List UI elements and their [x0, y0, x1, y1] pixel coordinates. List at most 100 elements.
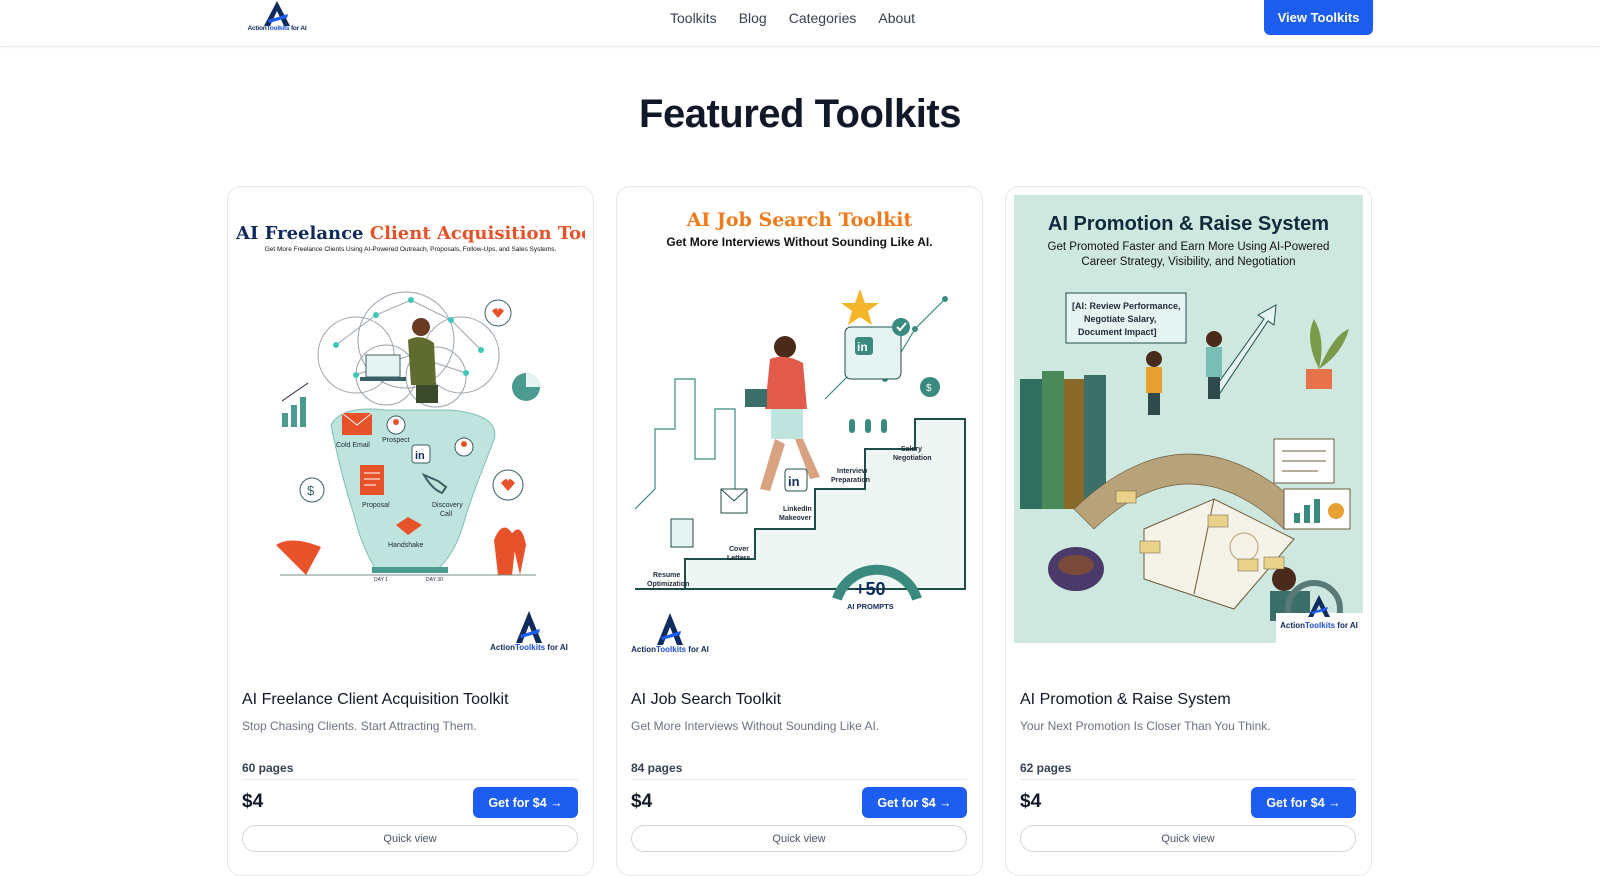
view-toolkits-button[interactable]: View Toolkits: [1264, 0, 1373, 35]
card-divider: [1020, 779, 1356, 780]
cover-illustration: in $ in ResumeOptimization CoverLetters …: [634, 289, 966, 611]
svg-text:Discovery: Discovery: [432, 502, 463, 509]
star-icon: [841, 289, 879, 325]
person-figure: [1146, 351, 1162, 415]
logo-wordmark: ActionToolkits for AI: [247, 25, 307, 32]
nav-link-toolkits[interactable]: Toolkits: [670, 10, 717, 26]
book-stack: [1020, 371, 1106, 509]
toolkit-tagline: Get More Interviews Without Sounding Lik…: [631, 719, 880, 733]
section-title: Featured Toolkits: [639, 92, 961, 136]
heart-icon: [484, 299, 512, 327]
toolkit-card: AI Freelance Client Acquisition Toolkit …: [227, 186, 594, 876]
cover-brand-logo: ActionToolkits for AI: [627, 611, 713, 661]
cover-title: AI Freelance Client Acquisition Toolkit: [236, 223, 585, 244]
svg-text:in: in: [788, 474, 800, 489]
cover-illustration: Cold Email Prospect in Proposal Discover…: [276, 291, 540, 583]
laptop-icon: [360, 354, 406, 381]
ai-callout: [AI: Review Performance, Negotiate Salar…: [1065, 292, 1187, 344]
svg-text:Preparation: Preparation: [831, 477, 870, 484]
toolkit-card: AI Job Search Toolkit Get More Interview…: [616, 186, 983, 876]
quick-view-button[interactable]: Quick view: [1020, 825, 1356, 852]
plant-icon: [1306, 319, 1349, 389]
quick-view-button[interactable]: Quick view: [242, 825, 578, 852]
linkedin-icon: in: [411, 444, 431, 464]
coffee-cup-icon: [1048, 547, 1104, 591]
nav-link-about[interactable]: About: [878, 10, 915, 26]
buy-button[interactable]: Get for $4 →: [473, 787, 578, 818]
page-count: 62 pages: [1020, 761, 1072, 775]
money-bag-icon: $: [299, 477, 325, 503]
svg-text:Negotiation: Negotiation: [893, 455, 932, 462]
toolkit-tagline: Your Next Promotion Is Closer Than You T…: [1020, 719, 1271, 733]
cover-subtitle: Get More Freelance Clients Using AI-Powe…: [264, 246, 557, 253]
toolkit-title[interactable]: AI Job Search Toolkit: [631, 691, 781, 709]
buy-button[interactable]: Get for $4 →: [1251, 787, 1356, 818]
svg-text:in: in: [415, 450, 425, 462]
page-count: 84 pages: [631, 761, 683, 775]
market-chart-panel: [1283, 488, 1351, 530]
cover-brand-logo: ActionToolkits for AI: [486, 609, 572, 659]
svg-text:[AI: Review Performance,: [AI: Review Performance,: [1072, 301, 1181, 311]
person-figure: [745, 336, 820, 491]
prospect-avatar-icon: [386, 415, 406, 435]
cover-title: AI Job Search Toolkit: [686, 209, 913, 231]
svg-text:Proposal: Proposal: [362, 502, 390, 509]
cover-title: AI Promotion & Raise System: [1047, 213, 1330, 235]
svg-text:Salary: Salary: [901, 446, 922, 453]
cover-brand-logo: ActionToolkits for AI: [1276, 595, 1363, 643]
site-logo[interactable]: ActionToolkits for AI: [244, 0, 310, 36]
toolkit-cover-image[interactable]: AI Job Search Toolkit Get More Interview…: [625, 195, 974, 671]
svg-text:Prospect: Prospect: [382, 437, 410, 444]
svg-text:$: $: [926, 383, 932, 394]
cover-subtitle-line2: Career Strategy, Visibility, and Negotia…: [1081, 256, 1296, 268]
nav-link-blog[interactable]: Blog: [739, 10, 767, 26]
svg-text:+50: +50: [855, 579, 886, 599]
svg-text:Cold Email: Cold Email: [336, 442, 370, 449]
arrow-up-icon: [1213, 304, 1277, 394]
microphone-icon: [849, 419, 887, 433]
svg-text:in: in: [857, 340, 868, 354]
cover-illustration: [AI: Review Performance, Negotiate Salar…: [1020, 292, 1351, 638]
toolkit-tagline: Stop Chasing Clients. Start Attracting T…: [242, 719, 477, 733]
cloud-network-icon: [317, 291, 500, 408]
svg-text:Interview: Interview: [837, 468, 868, 475]
linkedin-icon: in: [844, 318, 910, 380]
price: $4: [242, 791, 264, 812]
briefcase-icon: [745, 389, 767, 407]
card-divider: [631, 779, 967, 780]
cover-subtitle: Get More Interviews Without Sounding Lik…: [666, 235, 933, 249]
svg-text:Negotiate Salary,: Negotiate Salary,: [1084, 314, 1156, 324]
proposal-document-icon: [360, 465, 384, 495]
toolkit-cover-image[interactable]: AI Promotion & Raise System Get Promoted…: [1014, 195, 1363, 643]
price: $4: [631, 791, 653, 812]
cover-subtitle-line1: Get Promoted Faster and Earn More Using …: [1047, 241, 1330, 253]
toolkit-title[interactable]: AI Freelance Client Acquisition Toolkit: [242, 691, 509, 709]
svg-text:Makeover: Makeover: [779, 515, 812, 522]
toolkit-card: AI Promotion & Raise System Get Promoted…: [1005, 186, 1372, 876]
person-figure: [408, 318, 438, 403]
price: $4: [1020, 791, 1042, 812]
buy-button[interactable]: Get for $4 →: [862, 787, 967, 818]
person-figure: [1206, 331, 1222, 399]
money-bag-icon: $: [920, 377, 940, 397]
svg-text:DAY 1: DAY 1: [374, 577, 388, 583]
bar-chart-icon: [281, 382, 309, 427]
svg-text:$: $: [307, 483, 315, 498]
svg-text:AI PROMPTS: AI PROMPTS: [847, 602, 894, 611]
document-icon: [720, 488, 748, 514]
toolkit-title[interactable]: AI Promotion & Raise System: [1020, 691, 1231, 709]
top-navbar: ActionToolkits for AI Toolkits Blog Cate…: [0, 0, 1600, 47]
svg-text:Letters: Letters: [727, 555, 750, 562]
toolkit-cover-image[interactable]: AI Freelance Client Acquisition Toolkit …: [236, 195, 585, 671]
avatar-icon: [454, 437, 474, 457]
page-count: 60 pages: [242, 761, 294, 775]
svg-text:Resume: Resume: [653, 572, 680, 579]
nav-link-categories[interactable]: Categories: [789, 10, 857, 26]
svg-text:DAY 30: DAY 30: [426, 577, 443, 583]
envelope-icon: [341, 412, 373, 435]
pie-chart-icon: [512, 373, 540, 401]
logo-mark-icon: [264, 1, 290, 26]
heart-icon: [492, 469, 524, 501]
svg-text:Cover: Cover: [729, 546, 749, 553]
quick-view-button[interactable]: Quick view: [631, 825, 967, 852]
